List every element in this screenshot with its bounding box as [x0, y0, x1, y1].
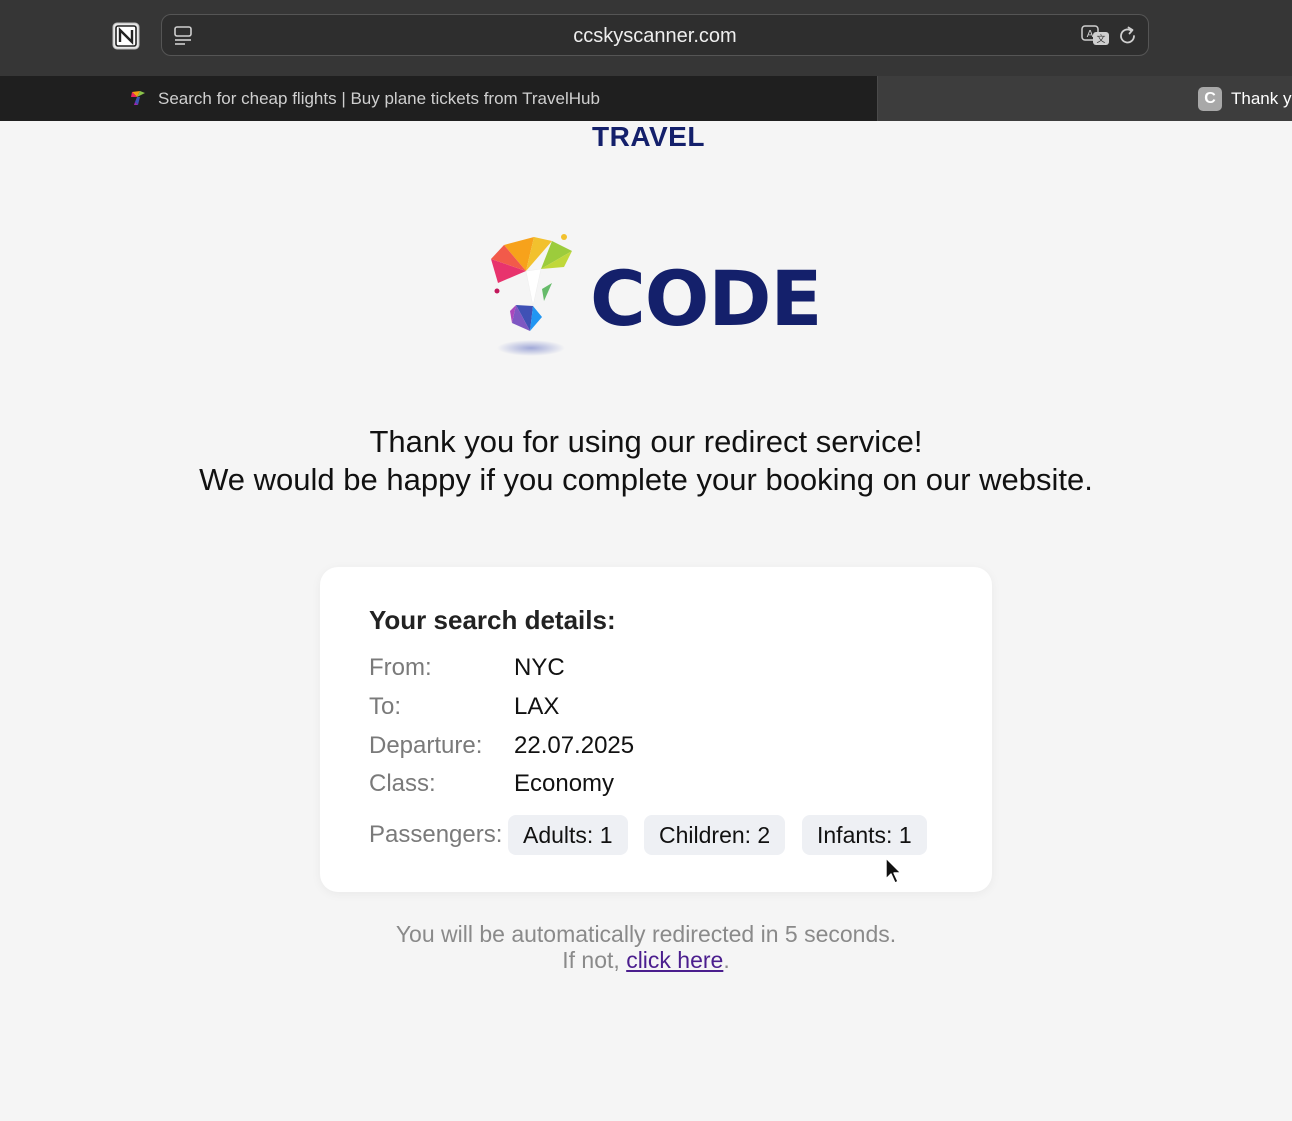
detail-value: LAX [514, 693, 560, 720]
passenger-chip-infants: Infants: 1 [802, 815, 927, 855]
redirect-suffix: . [723, 947, 730, 973]
thank-you-headline: Thank you for using our redirect service… [0, 423, 1292, 499]
tab-travelhub[interactable]: Search for cheap flights | Buy plane tic… [0, 76, 878, 121]
click-here-link[interactable]: click here [626, 947, 723, 973]
translate-icon[interactable]: A 文 [1080, 25, 1112, 47]
logo-text-travel: TRAVEL [592, 121, 705, 152]
detail-label: To: [369, 693, 402, 720]
redirect-fallback-line: If not, click here. [0, 947, 1292, 973]
passengers-row: Passengers: Adults: 1 Children: 2 Infant… [369, 815, 969, 855]
plane-logo-icon [491, 234, 572, 356]
headline-line-1: Thank you for using our redirect service… [369, 424, 923, 459]
svg-text:A: A [1087, 29, 1094, 40]
detail-label: Class: [369, 770, 436, 797]
detail-value: 22.07.2025 [514, 732, 635, 759]
detail-value: NYC [514, 654, 565, 681]
address-bar[interactable]: ccskyscanner.com A 文 [161, 14, 1149, 56]
browser-toolbar: ccskyscanner.com A 文 [0, 0, 1292, 76]
tab-title: Search for cheap flights | Buy plane tic… [158, 89, 600, 108]
redirect-prefix: If not, [562, 947, 627, 973]
logo-text-code: CODE [590, 254, 822, 343]
mouse-cursor-icon [885, 857, 902, 884]
passengers-label: Passengers: [369, 821, 503, 848]
tab-favicon-badge: C [1198, 87, 1222, 111]
passenger-chip-children: Children: 2 [644, 815, 786, 855]
detail-value: Economy [514, 770, 615, 797]
detail-label: From: [369, 654, 432, 681]
search-details-card: Your search details: From: NYC To: LAX D… [320, 567, 992, 892]
travelcode-favicon-icon [131, 91, 145, 105]
svg-text:文: 文 [1096, 33, 1105, 45]
notion-icon[interactable] [110, 20, 142, 52]
search-details-title: Your search details: [369, 605, 616, 635]
redirect-countdown-text: You will be automatically redirected in … [395, 921, 897, 947]
passenger-chip-adults: Adults: 1 [508, 815, 628, 855]
redirect-message: You will be automatically redirected in … [0, 921, 1292, 973]
tab-bar: Search for cheap flights | Buy plane tic… [0, 76, 1292, 121]
headline-line-2: We would be happy if you complete your b… [199, 462, 1093, 497]
tab-title: Thank y [1231, 89, 1292, 108]
page-content: TRAVEL CODE Thank you for using our redi… [0, 121, 1292, 1121]
travelcode-logo: TRAVEL CODE [486, 123, 826, 361]
detail-label: Departure: [369, 732, 483, 759]
reload-icon[interactable] [1116, 24, 1140, 48]
tab-thank-you[interactable]: C Thank y [878, 76, 1292, 121]
url-text[interactable]: ccskyscanner.com [162, 15, 1148, 57]
